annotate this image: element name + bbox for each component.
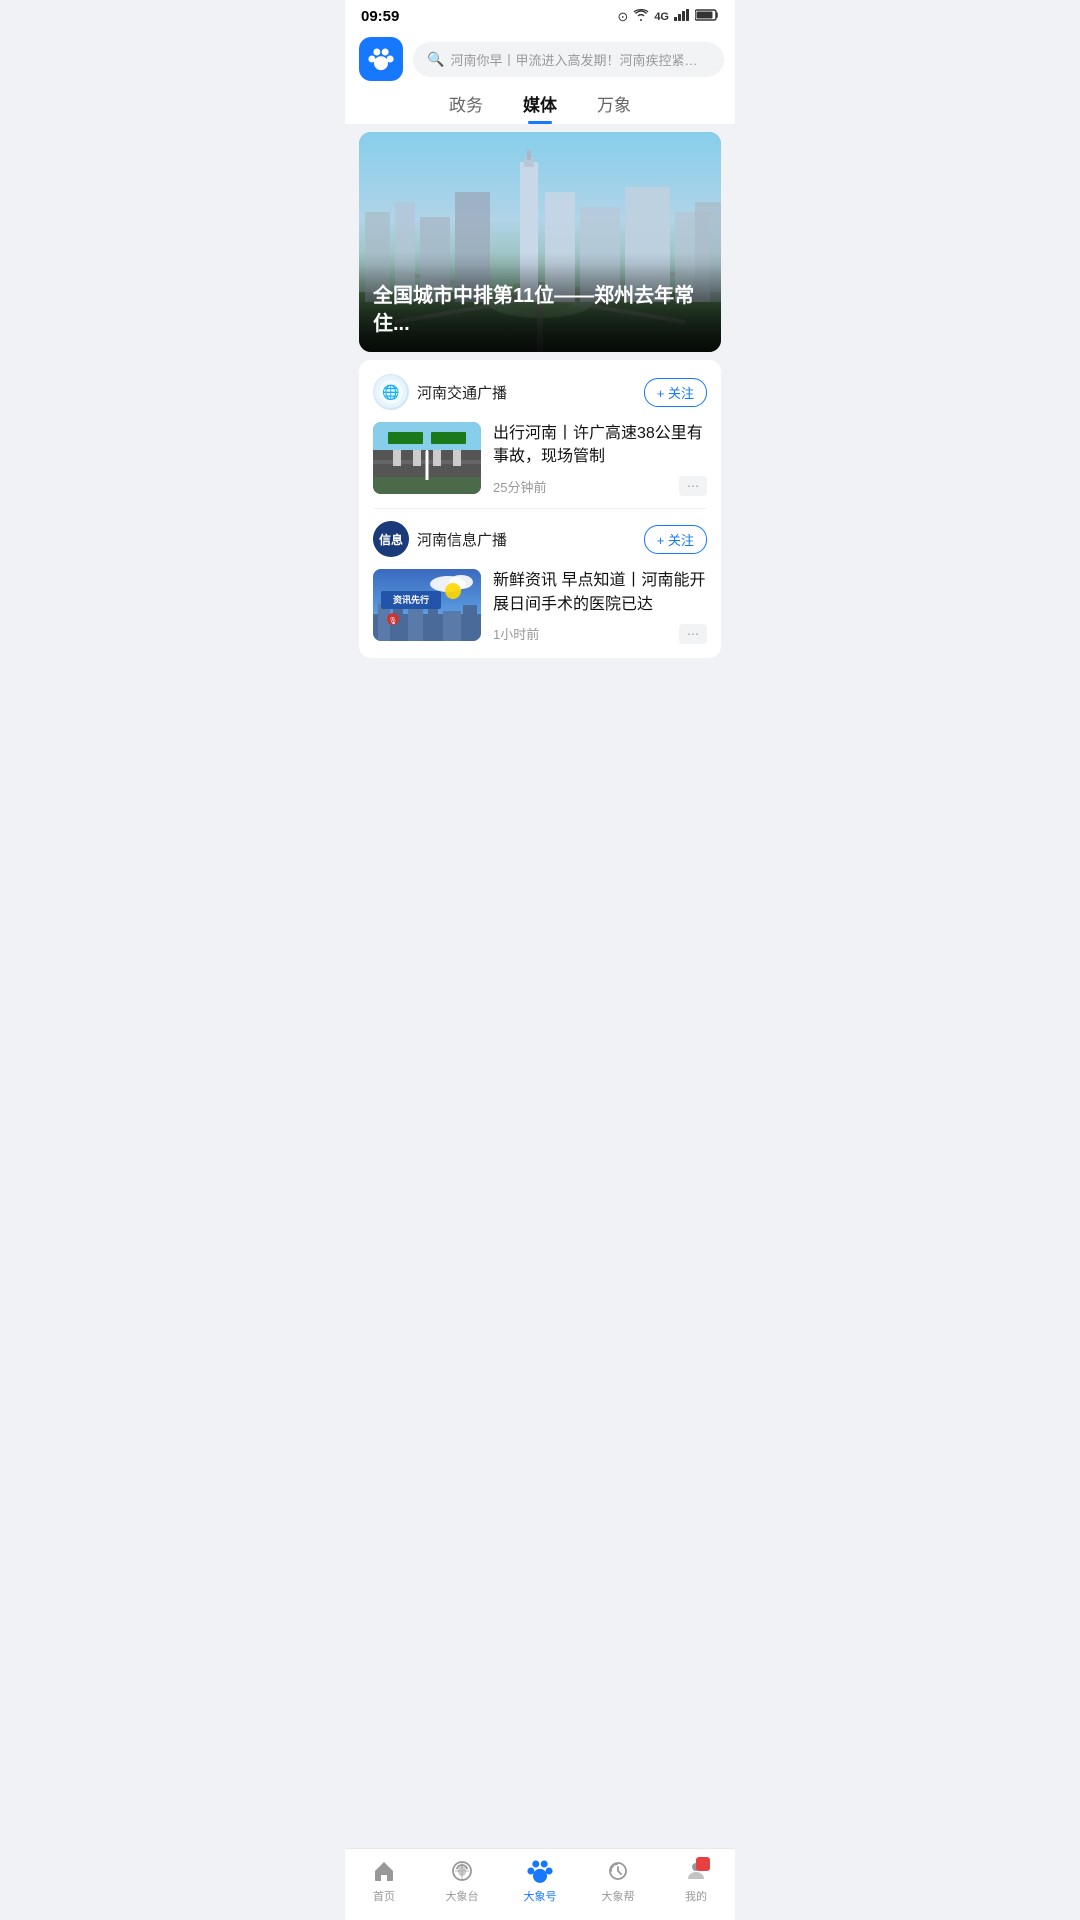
thumb-road-image bbox=[373, 422, 481, 494]
news-title-2: 新鲜资讯 早点知道丨河南能开展日间手术的医院已达 bbox=[493, 569, 707, 615]
news-thumb-2: 资讯先行 🎙 bbox=[373, 569, 481, 641]
battery-icon bbox=[695, 9, 719, 24]
nav-item-paw[interactable]: 大象号 bbox=[510, 1857, 570, 1904]
thumb-morning-image: 资讯先行 🎙 bbox=[373, 569, 481, 641]
divider bbox=[373, 508, 707, 509]
tab-bar: 政务 媒体 万象 bbox=[345, 81, 735, 124]
news-section-1: 🌐 河南交通广播 + 关注 bbox=[373, 374, 707, 496]
status-bar: 09:59 ⊙ 4G bbox=[345, 0, 735, 29]
status-time: 09:59 bbox=[361, 8, 399, 25]
timer-icon: ⊙ bbox=[617, 9, 628, 25]
news-content-1: 出行河南丨许广高速38公里有事故，现场管制 25分钟前 ⋯ bbox=[493, 422, 707, 496]
source-avatar-info: 信息 bbox=[373, 521, 409, 557]
tab-media[interactable]: 媒体 bbox=[523, 91, 557, 124]
svg-text:资讯先行: 资讯先行 bbox=[393, 594, 429, 605]
app-logo[interactable] bbox=[359, 37, 403, 81]
news-card: 🌐 河南交通广播 + 关注 bbox=[359, 360, 721, 658]
home-icon bbox=[370, 1857, 398, 1885]
nav-label-tv: 大象台 bbox=[446, 1888, 479, 1904]
svg-text:🎙: 🎙 bbox=[389, 617, 398, 625]
nav-label-profile: 我的 bbox=[685, 1888, 707, 1904]
wifi-icon bbox=[633, 9, 649, 24]
news-content-2: 新鲜资讯 早点知道丨河南能开展日间手术的医院已达 1小时前 ⋯ bbox=[493, 569, 707, 643]
follow-btn-1[interactable]: + 关注 bbox=[644, 378, 707, 407]
search-placeholder: 河南你早丨甲流进入高发期！河南疾控紧急提醒；... bbox=[450, 50, 710, 69]
news-section-2: 信息 河南信息广播 + 关注 bbox=[373, 521, 707, 643]
refresh-icon bbox=[604, 1857, 632, 1885]
nav-item-home[interactable]: 首页 bbox=[354, 1857, 414, 1904]
source-header-1: 🌐 河南交通广播 + 关注 bbox=[373, 374, 707, 410]
news-time-2: 1小时前 bbox=[493, 624, 539, 643]
network-4g: 4G bbox=[654, 11, 669, 23]
nav-item-tv[interactable]: 大象台 bbox=[432, 1857, 492, 1904]
news-item-1[interactable]: 出行河南丨许广高速38公里有事故，现场管制 25分钟前 ⋯ bbox=[373, 422, 707, 496]
nav-label-home: 首页 bbox=[373, 1888, 395, 1904]
news-meta-1: 25分钟前 ⋯ bbox=[493, 476, 707, 496]
source-name-1: 河南交通广播 bbox=[417, 382, 507, 403]
paw-icon bbox=[526, 1857, 554, 1885]
status-icons: ⊙ 4G bbox=[617, 9, 719, 25]
more-btn-2[interactable]: ⋯ bbox=[679, 624, 707, 644]
source-left-2: 信息 河南信息广播 bbox=[373, 521, 507, 557]
news-item-2[interactable]: 资讯先行 🎙 新鲜资讯 早点知道丨河南能开展日间手术的医院已达 1小时前 ⋯ bbox=[373, 569, 707, 643]
source-avatar-traffic: 🌐 bbox=[373, 374, 409, 410]
news-time-1: 25分钟前 bbox=[493, 477, 546, 496]
hero-overlay: 全国城市中排第11位——郑州去年常住... bbox=[359, 252, 721, 352]
bottom-nav: 首页 大象台 大象号 bbox=[345, 1848, 735, 1920]
signal-icon bbox=[674, 9, 690, 24]
search-icon: 🔍 bbox=[427, 51, 444, 68]
tab-politics[interactable]: 政务 bbox=[449, 91, 483, 124]
nav-label-paw: 大象号 bbox=[524, 1888, 557, 1904]
source-name-2: 河南信息广播 bbox=[417, 529, 507, 550]
tab-wanxiang[interactable]: 万象 bbox=[597, 91, 631, 124]
svg-text:🌐: 🌐 bbox=[382, 384, 399, 401]
search-bar[interactable]: 🔍 河南你早丨甲流进入高发期！河南疾控紧急提醒；... bbox=[413, 42, 724, 77]
news-meta-2: 1小时前 ⋯ bbox=[493, 624, 707, 644]
hero-title: 全国城市中排第11位——郑州去年常住... bbox=[373, 282, 707, 338]
svg-text:信息: 信息 bbox=[379, 532, 403, 547]
content-area: 全国城市中排第11位——郑州去年常住... 🌐 河南交通广播 + 关注 bbox=[345, 132, 735, 738]
source-header-2: 信息 河南信息广播 + 关注 bbox=[373, 521, 707, 557]
tv-icon bbox=[448, 1857, 476, 1885]
person-icon bbox=[682, 1857, 710, 1885]
more-btn-1[interactable]: ⋯ bbox=[679, 476, 707, 496]
news-thumb-1 bbox=[373, 422, 481, 494]
header: 🔍 河南你早丨甲流进入高发期！河南疾控紧急提醒；... bbox=[345, 29, 735, 81]
nav-item-profile[interactable]: 我的 bbox=[666, 1857, 726, 1904]
nav-label-help: 大象帮 bbox=[602, 1888, 635, 1904]
nav-item-help[interactable]: 大象帮 bbox=[588, 1857, 648, 1904]
source-left-1: 🌐 河南交通广播 bbox=[373, 374, 507, 410]
follow-btn-2[interactable]: + 关注 bbox=[644, 525, 707, 554]
hero-banner[interactable]: 全国城市中排第11位——郑州去年常住... bbox=[359, 132, 721, 352]
news-title-1: 出行河南丨许广高速38公里有事故，现场管制 bbox=[493, 422, 707, 468]
